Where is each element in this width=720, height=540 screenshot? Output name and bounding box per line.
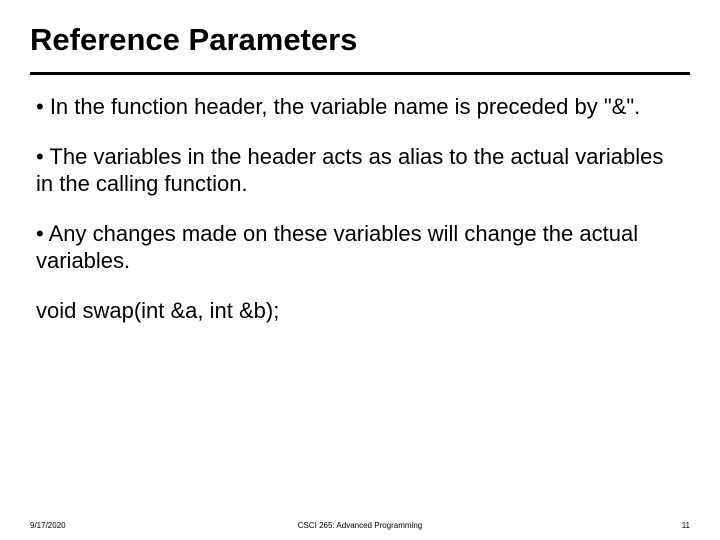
slide-body: • In the function header, the variable n… [0,75,720,324]
bullet-item: • The variables in the header acts as al… [36,143,684,198]
title-block: Reference Parameters [0,0,720,66]
slide-title: Reference Parameters [30,22,690,58]
code-example: void swap(int &a, int &b); [36,297,684,325]
bullet-item: • Any changes made on these variables wi… [36,220,684,275]
footer: 9/17/2020 CSCI 265: Advanced Programming… [0,521,720,530]
bullet-item: • In the function header, the variable n… [36,93,684,121]
footer-course: CSCI 265: Advanced Programming [0,521,720,530]
slide: Reference Parameters • In the function h… [0,0,720,540]
footer-page: 11 [682,521,690,530]
